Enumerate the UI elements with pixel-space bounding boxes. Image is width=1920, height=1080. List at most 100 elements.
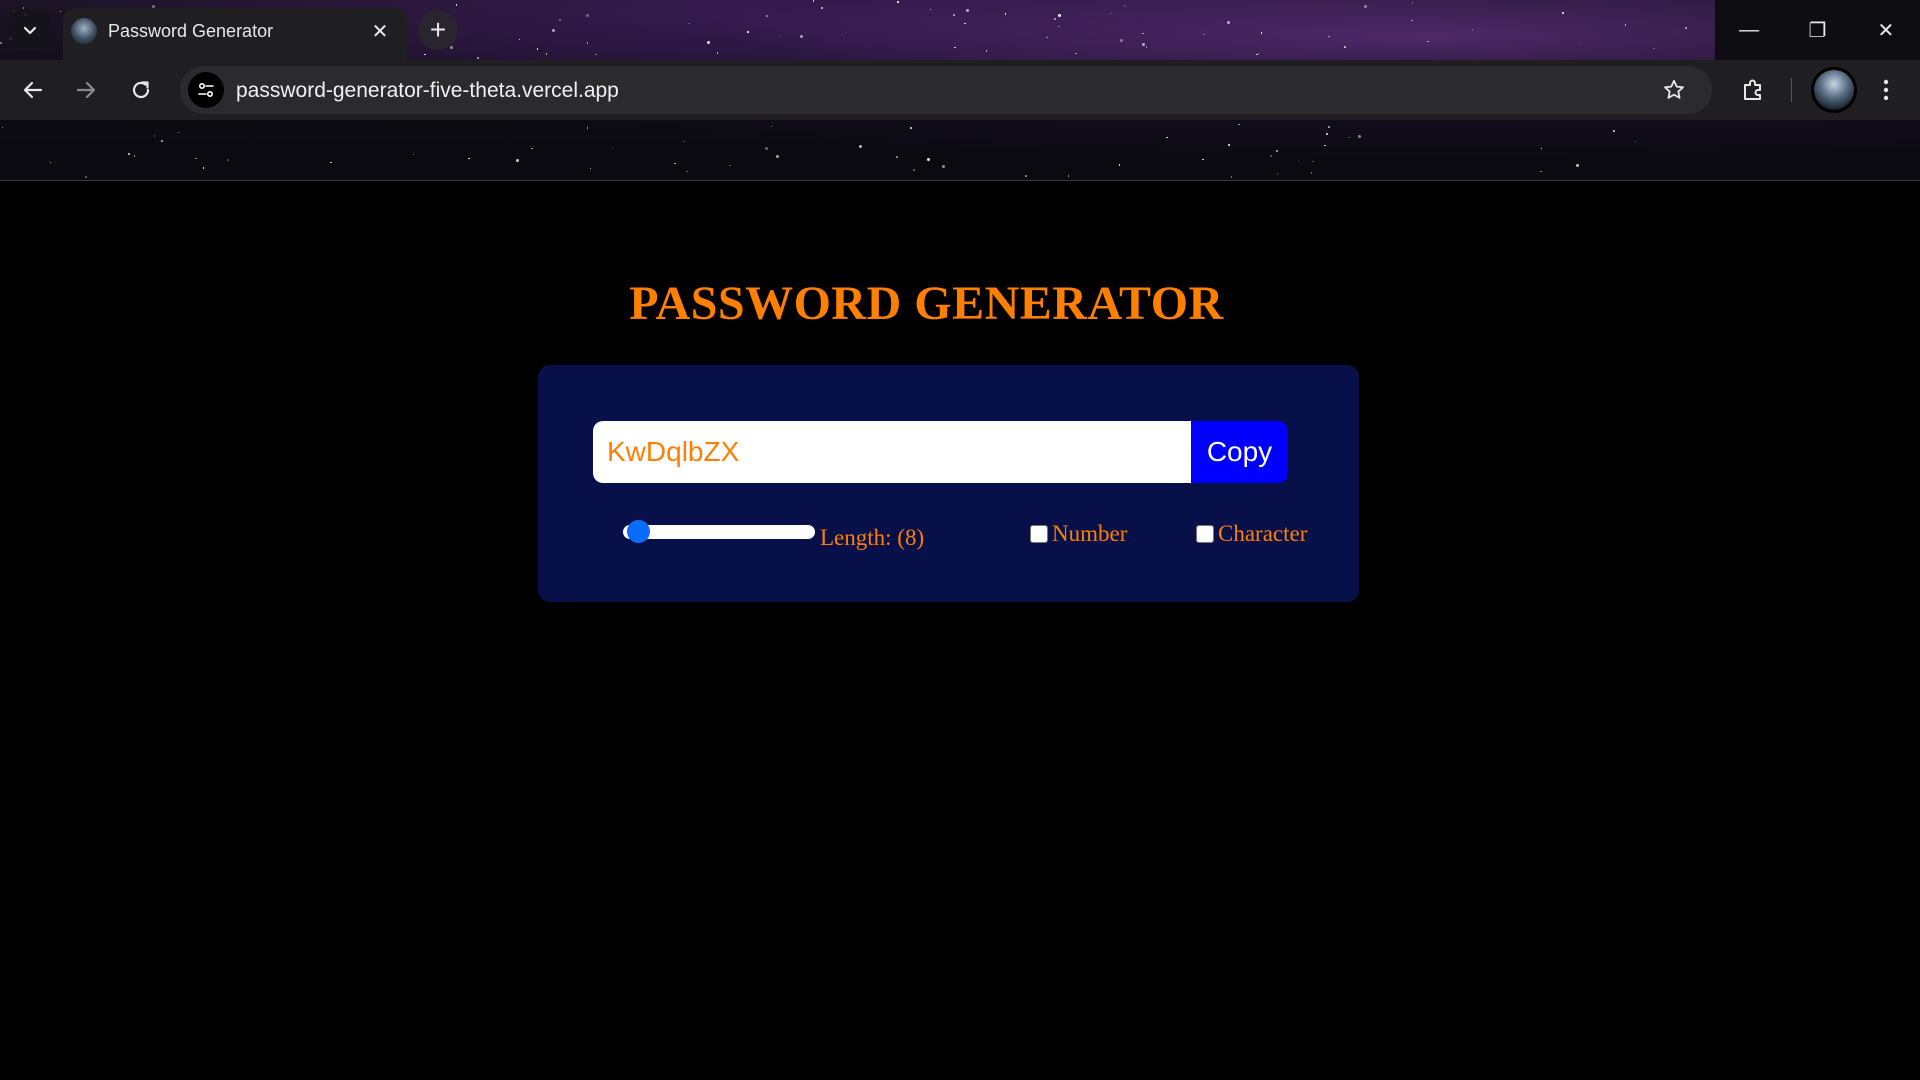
close-window-button[interactable]: ✕ — [1852, 0, 1920, 60]
extensions-button[interactable] — [1733, 70, 1773, 110]
star-dot — [770, 125, 773, 128]
star-dot — [202, 167, 205, 169]
star-dot — [1276, 173, 1279, 175]
star-dot — [153, 135, 156, 137]
star-dot — [775, 154, 779, 158]
forward-button[interactable] — [66, 70, 106, 110]
favicon-icon — [71, 18, 97, 44]
length-slider-thumb[interactable] — [626, 520, 650, 543]
star-dot — [674, 162, 676, 165]
star-dot — [1276, 150, 1278, 152]
star-dot — [686, 170, 688, 173]
star-dot — [729, 164, 731, 167]
star-dot — [683, 140, 685, 142]
star-dot — [1324, 144, 1326, 147]
arrow-left-icon — [23, 81, 43, 99]
site-info-button[interactable] — [188, 72, 224, 108]
browser-toolbar: password-generator-five-theta.vercel.app — [0, 60, 1920, 120]
address-bar[interactable]: password-generator-five-theta.vercel.app — [180, 66, 1712, 114]
page-content: PASSWORD GENERATOR KwDqlbZX Copy Length:… — [0, 182, 1920, 1080]
copy-button[interactable]: Copy — [1191, 421, 1288, 483]
star-dot — [161, 140, 163, 142]
star-dot — [468, 157, 470, 160]
star-dot — [516, 159, 520, 163]
options-row: Length: (8) Number Character — [623, 515, 1323, 555]
length-label: Length: (8) — [820, 525, 925, 550]
restore-button[interactable]: ❐ — [1783, 0, 1851, 60]
password-field[interactable]: KwDqlbZX — [593, 421, 1191, 483]
star-dot — [1297, 160, 1300, 163]
star-dot — [1634, 140, 1637, 143]
star-dot — [858, 145, 862, 149]
puzzle-icon — [1744, 79, 1761, 100]
kebab-menu-icon — [1883, 79, 1889, 101]
star-dot — [1067, 175, 1070, 177]
character-option: Character — [1196, 521, 1307, 547]
star-dot — [586, 127, 589, 129]
close-tab-icon[interactable]: ✕ — [367, 18, 393, 44]
reload-icon — [132, 81, 150, 99]
number-label: Number — [1052, 521, 1128, 546]
star-dot — [128, 153, 130, 155]
browser-chrome: Password Generator ✕ + — ❐ ✕ password-ge… — [0, 0, 1920, 181]
star-dot — [910, 127, 912, 129]
star-dot — [1540, 147, 1543, 150]
star-dot — [1202, 158, 1204, 161]
star-dot — [1228, 144, 1230, 146]
star-dot — [1326, 133, 1328, 135]
star-icon — [1664, 79, 1684, 99]
star-dot — [531, 147, 533, 150]
star-dot — [1348, 136, 1350, 139]
star-dot — [1357, 134, 1361, 138]
window-controls: — ❐ ✕ — [1715, 0, 1920, 60]
star-dot — [1540, 170, 1542, 173]
star-dot — [330, 161, 332, 164]
new-tab-button[interactable]: + — [418, 10, 458, 50]
star-dot — [1270, 155, 1272, 157]
star-dot — [611, 146, 614, 149]
arrow-right-icon — [76, 81, 96, 99]
star-dot — [49, 161, 52, 164]
star-dot — [412, 153, 415, 156]
minimize-button[interactable]: — — [1715, 0, 1783, 60]
url-text[interactable]: password-generator-five-theta.vercel.app — [236, 79, 619, 103]
length-slider[interactable] — [623, 520, 815, 543]
page-title: PASSWORD GENERATOR — [629, 277, 1224, 330]
star-dot — [1230, 176, 1233, 178]
star-dot — [1025, 175, 1027, 177]
star-dot — [1166, 136, 1168, 139]
back-button[interactable] — [13, 70, 53, 110]
chevron-down-icon — [23, 26, 37, 35]
star-dot — [178, 131, 180, 134]
tune-icon — [198, 82, 214, 98]
star-dot — [913, 169, 915, 171]
character-checkbox[interactable] — [1196, 525, 1214, 543]
tab-title: Password Generator — [108, 21, 274, 41]
star-dot — [926, 157, 930, 161]
star-dot — [1, 126, 4, 129]
toolbar-divider — [1791, 78, 1792, 102]
star-dot — [1613, 130, 1615, 132]
star-dot — [85, 176, 87, 178]
number-checkbox[interactable] — [1030, 525, 1048, 543]
star-dot — [1328, 126, 1330, 128]
tab-bar: Password Generator ✕ + — ❐ ✕ — [0, 0, 1920, 60]
star-dot — [1238, 123, 1240, 126]
star-dot — [1118, 164, 1121, 166]
reload-button[interactable] — [121, 70, 161, 110]
star-dot — [1312, 160, 1314, 163]
tab-search-button[interactable] — [9, 10, 51, 50]
star-dot — [896, 156, 898, 158]
tab-active[interactable]: Password Generator ✕ — [63, 8, 407, 60]
star-dot — [133, 155, 136, 157]
profile-avatar[interactable] — [1811, 67, 1857, 113]
star-dot — [942, 164, 946, 168]
character-label: Character — [1218, 521, 1308, 546]
number-option: Number — [1030, 521, 1127, 547]
star-dot — [1575, 163, 1579, 167]
star-dot — [1310, 172, 1313, 174]
generator-card: KwDqlbZX Copy Length: (8) Number Charact… — [538, 365, 1359, 602]
browser-menu-button[interactable] — [1866, 70, 1906, 110]
bookmark-button[interactable] — [1658, 74, 1690, 106]
password-value: KwDqlbZX — [607, 436, 740, 467]
